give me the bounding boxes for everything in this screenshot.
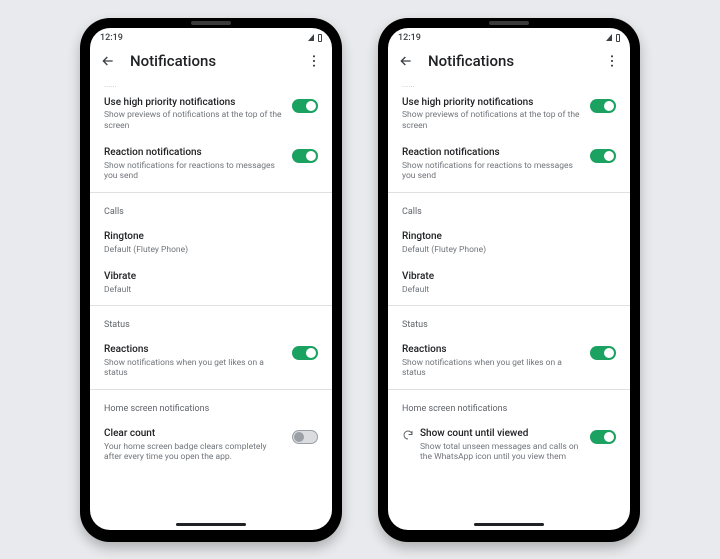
toggle-clear-count[interactable] [292,430,318,444]
row-sub: Show notifications when you get likes on… [402,358,580,379]
divider [388,305,630,306]
row-title: Show count until viewed [420,428,580,441]
row-sub: Show notifications for reactions to mess… [104,161,282,182]
screen: 12:19 Notifications ...... Use high prio… [90,28,332,530]
appbar: Notifications [388,46,630,80]
row-sub: Show previews of notifications at the to… [104,110,282,131]
section-status: Status [104,308,318,336]
toggle-status-reactions[interactable] [590,346,616,360]
status-icons [606,34,620,42]
signal-icon [308,34,314,41]
appbar: Notifications [90,46,332,80]
status-time: 12:19 [398,33,421,43]
refresh-icon [402,429,414,441]
row-sub: Show total unseen messages and calls on … [420,442,580,463]
row-status-reactions[interactable]: Reactions Show notifications when you ge… [402,336,616,387]
row-title: Ringtone [104,231,318,244]
row-clear-count[interactable]: Clear count Your home screen badge clear… [104,420,318,471]
toggle-reaction-notifs[interactable] [292,149,318,163]
truncated-row: ...... [104,80,318,89]
row-high-priority[interactable]: Use high priority notifications Show pre… [402,89,616,140]
row-title: Use high priority notifications [402,97,580,110]
truncated-row: ...... [402,80,616,89]
divider [388,389,630,390]
toggle-show-count[interactable] [590,430,616,444]
row-sub: Show notifications when you get likes on… [104,358,282,379]
phone-right: 12:19 Notifications ...... Use high prio… [378,18,640,542]
battery-icon [616,34,620,42]
status-icons [308,34,322,42]
row-sub: Default (Flutey Phone) [104,245,318,256]
row-title: Reactions [104,344,282,357]
divider [388,192,630,193]
page-title: Notifications [428,52,590,70]
status-time: 12:19 [100,33,123,43]
back-icon[interactable] [398,53,414,69]
toggle-high-priority[interactable] [292,99,318,113]
row-title: Vibrate [402,271,616,284]
row-title: Reaction notifications [402,147,580,160]
nav-pill[interactable] [474,523,544,526]
toggle-reaction-notifs[interactable] [590,149,616,163]
row-title: Ringtone [402,231,616,244]
divider [90,389,332,390]
row-vibrate[interactable]: Vibrate Default [104,263,318,303]
toggle-status-reactions[interactable] [292,346,318,360]
row-ringtone[interactable]: Ringtone Default (Flutey Phone) [402,223,616,263]
row-ringtone[interactable]: Ringtone Default (Flutey Phone) [104,223,318,263]
row-high-priority[interactable]: Use high priority notifications Show pre… [104,89,318,140]
screen: 12:19 Notifications ...... Use high prio… [388,28,630,530]
row-vibrate[interactable]: Vibrate Default [402,263,616,303]
row-sub: Show previews of notifications at the to… [402,110,580,131]
section-calls: Calls [402,195,616,223]
signal-icon [606,34,612,41]
back-icon[interactable] [100,53,116,69]
row-show-count[interactable]: Show count until viewed Show total unsee… [402,420,616,471]
row-sub: Default [402,285,616,296]
row-title: Vibrate [104,271,318,284]
more-icon[interactable] [306,53,322,69]
more-icon[interactable] [604,53,620,69]
section-home: Home screen notifications [402,392,616,420]
nav-pill[interactable] [176,523,246,526]
page-title: Notifications [130,52,292,70]
section-home: Home screen notifications [104,392,318,420]
row-sub: Default [104,285,318,296]
status-bar: 12:19 [90,28,332,46]
row-title: Use high priority notifications [104,97,282,110]
row-title: Reaction notifications [104,147,282,160]
settings-list[interactable]: ...... Use high priority notifications S… [90,80,332,520]
divider [90,305,332,306]
section-calls: Calls [104,195,318,223]
phone-left: 12:19 Notifications ...... Use high prio… [80,18,342,542]
section-status: Status [402,308,616,336]
nav-bar[interactable] [388,520,630,530]
row-sub: Show notifications for reactions to mess… [402,161,580,182]
row-reaction-notifs[interactable]: Reaction notifications Show notification… [104,139,318,190]
row-sub: Your home screen badge clears completely… [104,442,282,463]
status-bar: 12:19 [388,28,630,46]
battery-icon [318,34,322,42]
row-title: Clear count [104,428,282,441]
divider [90,192,332,193]
row-reaction-notifs[interactable]: Reaction notifications Show notification… [402,139,616,190]
row-sub: Default (Flutey Phone) [402,245,616,256]
row-title: Reactions [402,344,580,357]
settings-list[interactable]: ...... Use high priority notifications S… [388,80,630,520]
nav-bar[interactable] [90,520,332,530]
row-status-reactions[interactable]: Reactions Show notifications when you ge… [104,336,318,387]
toggle-high-priority[interactable] [590,99,616,113]
